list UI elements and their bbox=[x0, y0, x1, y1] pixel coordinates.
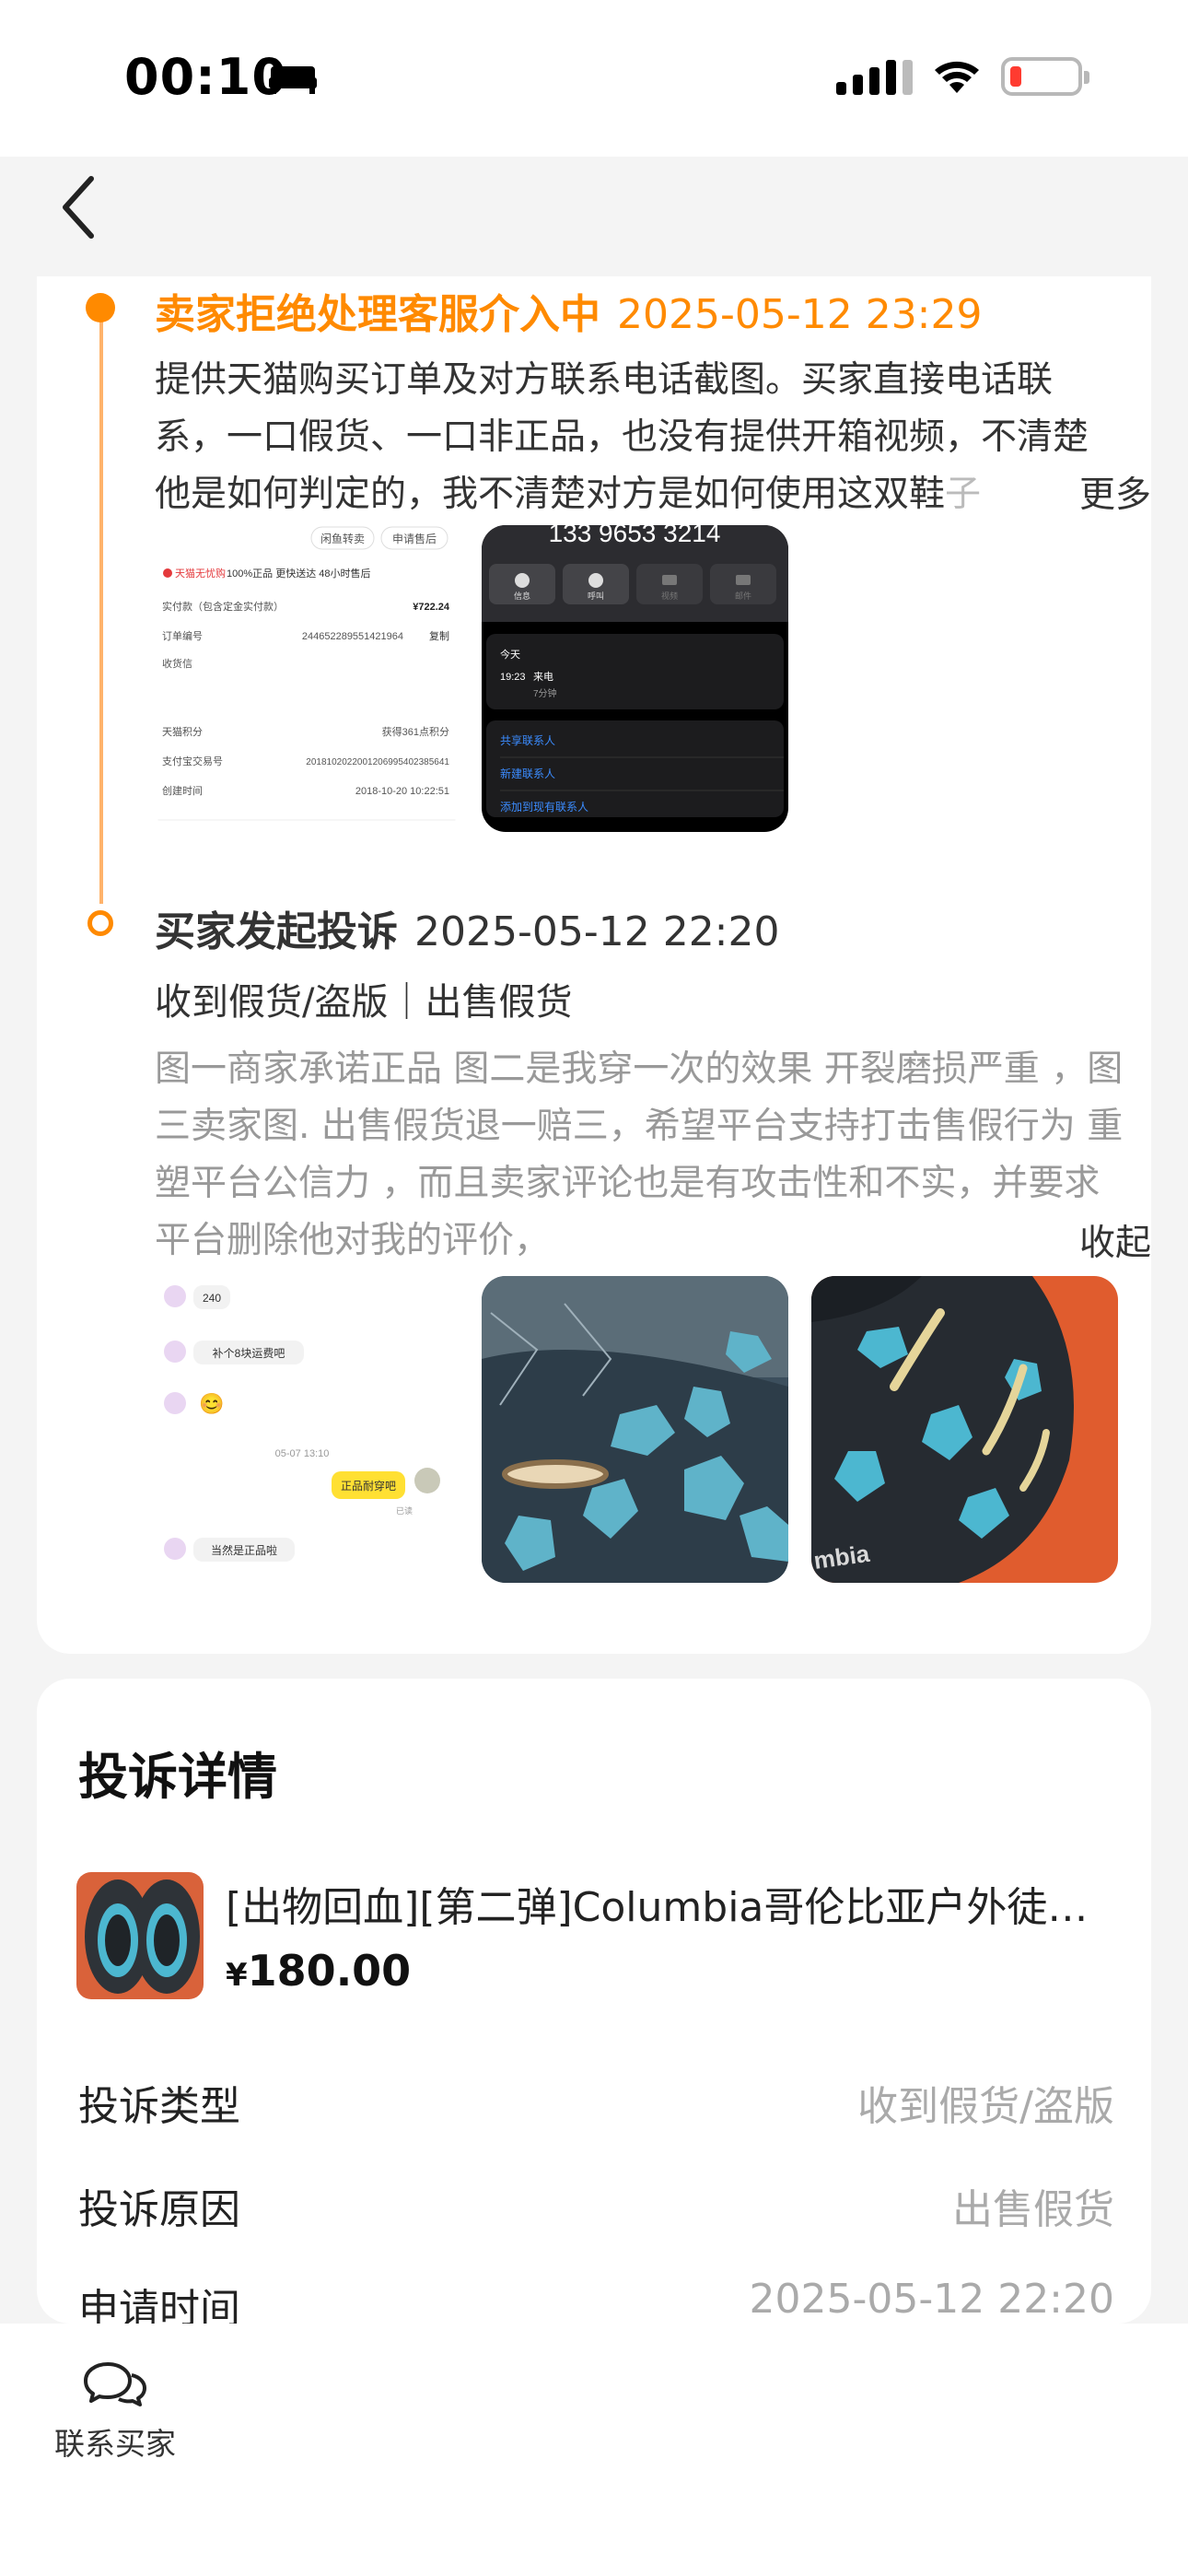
chat-message: 当然是正品啦 bbox=[211, 1543, 277, 1557]
bottom-action-bar: 联系买家 bbox=[0, 2324, 1188, 2576]
chat-reply: 正品耐穿吧 bbox=[341, 1479, 396, 1493]
timeline-dot-active bbox=[86, 293, 115, 322]
order-row-value: 获得361点积分 bbox=[382, 726, 449, 738]
order-row-key: 订单编号 bbox=[162, 629, 203, 642]
order-row-value: 2018-10-20 10:22:51 bbox=[355, 786, 449, 797]
chat-message: 240 bbox=[203, 1292, 221, 1305]
caller-phone-number: 133 9653 3214 bbox=[549, 525, 721, 547]
call-action-label: 信息 bbox=[514, 591, 530, 601]
copy-label: 复制 bbox=[429, 629, 449, 642]
order-screenshot-image[interactable]: 闲鱼转卖 申请售后 天猫无忧购 100%正品 更快送达 48小时售后 实付款（包… bbox=[155, 525, 459, 832]
event-header: 买家发起投诉 2025-05-12 22:20 bbox=[155, 898, 780, 957]
chat-screenshot-image[interactable]: 240 补个8块运费吧 😊 05-07 13:10 正品耐穿吧 已读 当然是正品… bbox=[155, 1276, 461, 1583]
call-action-label: 呼叫 bbox=[588, 591, 604, 601]
event-title: 买家发起投诉 bbox=[155, 908, 398, 955]
order-tab: 闲鱼转卖 bbox=[320, 532, 365, 545]
order-row-key: 收货信 bbox=[162, 657, 192, 670]
chat-date: 05-07 13:10 bbox=[275, 1448, 330, 1459]
chat-bubble-icon bbox=[84, 2362, 146, 2406]
detail-row-reason: 投诉原因 出售假货 bbox=[78, 2176, 1114, 2235]
status-bar: 00:10 bbox=[0, 0, 1188, 157]
event-time: 2025-05-12 22:20 bbox=[414, 908, 780, 955]
order-row-value: 2446522895514219​64 bbox=[302, 631, 403, 642]
event-time: 2025-05-12 23:29 bbox=[617, 291, 983, 338]
order-row-key: 支付宝交易号 bbox=[162, 755, 223, 767]
wifi-icon bbox=[935, 61, 979, 93]
price-value: 180.00 bbox=[247, 1946, 412, 1996]
chat-emoji: 😊 bbox=[199, 1392, 224, 1415]
status-time: 00:10 bbox=[124, 48, 287, 106]
cellular-signal-icon bbox=[836, 58, 913, 95]
call-action-label: 邮件 bbox=[735, 591, 751, 601]
event-text-fade: 子 bbox=[945, 474, 982, 515]
call-type: 来电 bbox=[533, 671, 553, 683]
event-description: 提供天猫购买订单及对方联系电话截图。买家直接电话联系，一口假货、一口非正品，也没… bbox=[155, 352, 1112, 523]
order-tab: 申请售后 bbox=[392, 532, 437, 545]
back-button[interactable] bbox=[51, 170, 106, 244]
chat-read-status: 已读 bbox=[396, 1505, 413, 1516]
order-row-key: 创建时间 bbox=[162, 784, 203, 797]
detail-row-value: 收到假货/盗版 bbox=[857, 2083, 1114, 2130]
product-price: ¥180.00 bbox=[226, 1946, 411, 1996]
product-title[interactable]: [出物回血][第二弹]Columbia哥伦比亚户外徒步鞋 bbox=[226, 1874, 1101, 1933]
detail-row-value: 出售假货 bbox=[952, 2186, 1114, 2233]
chat-message: 补个8块运费吧 bbox=[213, 1347, 285, 1360]
section-title: 投诉详情 bbox=[78, 1748, 277, 1806]
event-header: 卖家拒绝处理客服介入中 2025-05-12 23:29 bbox=[155, 281, 983, 340]
order-row-value: 20181020220012069954023856​41 bbox=[306, 757, 449, 767]
complaint-detail-card: 投诉详情 [出物回血][第二弹]Columbia哥伦比亚户外徒步鞋 ¥180.0… bbox=[37, 1679, 1151, 2333]
order-badge: 天猫无忧购 bbox=[175, 567, 226, 580]
battery-icon bbox=[1001, 57, 1089, 96]
more-link[interactable]: 更多 bbox=[1073, 466, 1151, 518]
event-subtitle: 收到假货/盗版｜出售假货 bbox=[155, 981, 573, 1024]
contact-link: 新建联系人 bbox=[500, 767, 555, 780]
seller-sole-photo[interactable]: mbia bbox=[811, 1276, 1118, 1583]
detail-row-key: 投诉类型 bbox=[78, 2083, 240, 2130]
event-title: 卖家拒绝处理客服介入中 bbox=[155, 291, 600, 338]
order-row-key: 天猫积分 bbox=[162, 726, 203, 738]
contact-link: 添加到现有联系人 bbox=[500, 801, 588, 814]
event-description: 图一商家承诺正品 图二是我穿一次的效果 开裂磨损严重 ，图三卖家图. 出售假货退… bbox=[155, 1048, 1124, 1261]
call-time: 19:23 bbox=[500, 672, 526, 683]
worn-sole-photo[interactable] bbox=[482, 1276, 788, 1583]
currency-symbol: ¥ bbox=[226, 1957, 248, 1994]
order-row-value: ¥722.24 bbox=[413, 602, 450, 613]
timeline-card: 卖家拒绝处理客服介入中 2025-05-12 23:29 提供天猫购买订单及对方联… bbox=[37, 276, 1151, 1654]
contact-buyer-label: 联系买家 bbox=[54, 2426, 176, 2462]
order-row-key: 实付款（包含定金实付款） bbox=[162, 600, 284, 613]
timeline-line bbox=[99, 310, 103, 904]
detail-row-type: 投诉类型 收到假货/盗版 bbox=[78, 2073, 1114, 2132]
order-promise: 100%正品 更快送达 48小时售后 bbox=[227, 567, 370, 580]
call-record-screenshot-image[interactable]: 133 9653 3214 信息 呼叫 视频 邮件 今天 19:23 来电 7分… bbox=[482, 525, 788, 832]
chevron-left-icon bbox=[63, 176, 94, 239]
detail-row-key: 投诉原因 bbox=[78, 2186, 240, 2233]
collapse-link[interactable]: 收起 bbox=[1079, 1214, 1151, 1266]
product-thumbnail[interactable] bbox=[76, 1872, 204, 1999]
timeline-dot bbox=[87, 910, 113, 936]
call-action-label: 视频 bbox=[661, 591, 678, 601]
call-day: 今天 bbox=[500, 648, 520, 661]
sleep-mode-icon bbox=[269, 66, 317, 94]
contact-link: 共享联系人 bbox=[500, 733, 555, 747]
call-duration: 7分钟 bbox=[533, 687, 557, 699]
contact-buyer-button[interactable]: 联系买家 bbox=[51, 2359, 180, 2506]
